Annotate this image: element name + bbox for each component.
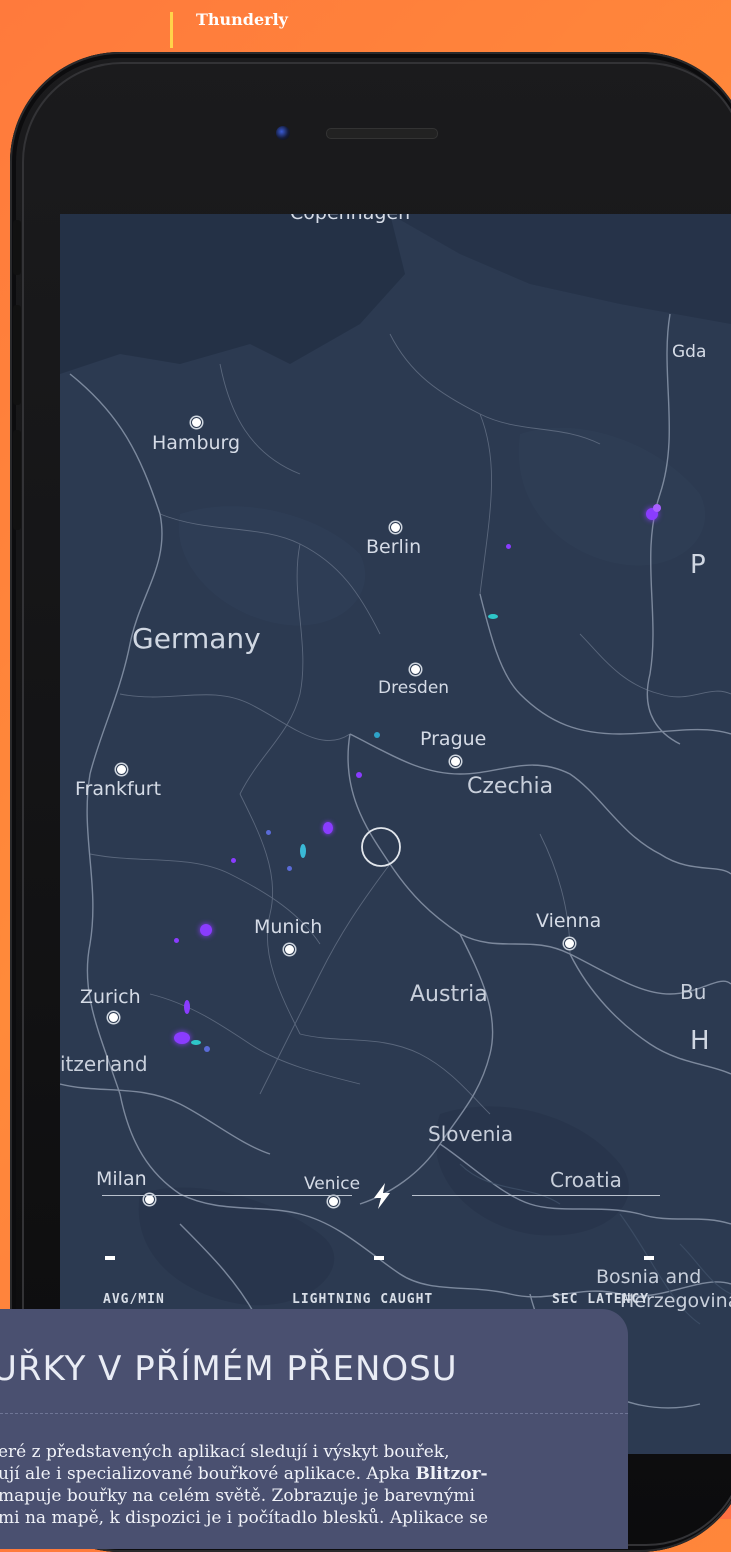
city-dot-dresden bbox=[410, 664, 421, 675]
mute-switch bbox=[13, 220, 21, 275]
earpiece-speaker bbox=[326, 128, 438, 139]
lightning-strike[interactable] bbox=[174, 1032, 190, 1044]
city-gdansk: Gda bbox=[672, 342, 707, 362]
avg-per-min-value bbox=[105, 1256, 115, 1260]
lightning-strike[interactable] bbox=[653, 504, 661, 512]
city-dresden: Dresden bbox=[378, 678, 450, 698]
article-line-text: ují ale i specializované bouřkové aplika… bbox=[0, 1464, 416, 1484]
country-czechia: Czechia bbox=[467, 774, 554, 799]
country-germany: Germany bbox=[132, 622, 261, 655]
lightning-strike[interactable] bbox=[231, 858, 236, 863]
city-venice: Venice bbox=[304, 1174, 361, 1194]
front-camera-icon bbox=[276, 126, 290, 140]
sec-latency-label: SEC LATENCY bbox=[552, 1292, 650, 1307]
country-switzerland: itzerland bbox=[60, 1052, 148, 1076]
lightning-caught-label: LIGHTNING CAUGHT bbox=[292, 1292, 434, 1307]
country-croatia: Croatia bbox=[550, 1168, 622, 1192]
lightning-caught-value bbox=[374, 1256, 384, 1260]
city-dot-prague bbox=[450, 756, 461, 767]
city-hamburg: Hamburg bbox=[152, 432, 241, 454]
country-austria: Austria bbox=[410, 982, 488, 1007]
article-card: UŘKY V PŘÍMÉM PŘENOSU eré z představenýc… bbox=[0, 1309, 628, 1549]
lightning-bolt-icon[interactable] bbox=[370, 1182, 394, 1210]
city-prague: Prague bbox=[420, 728, 487, 750]
city-munich: Munich bbox=[254, 916, 323, 938]
lightning-strike[interactable] bbox=[174, 938, 179, 943]
app-name-bold: Blitzor- bbox=[415, 1464, 488, 1484]
city-berlin: Berlin bbox=[366, 536, 422, 558]
city-frankfurt: Frankfurt bbox=[75, 778, 162, 800]
header-accent-bar bbox=[170, 12, 173, 48]
lightning-strike[interactable] bbox=[300, 844, 306, 858]
article-line: ují ale i specializované bouřkové aplika… bbox=[0, 1463, 618, 1485]
lightning-strike[interactable] bbox=[323, 822, 333, 834]
lightning-strike[interactable] bbox=[200, 924, 212, 936]
city-zurich: Zurich bbox=[80, 986, 141, 1008]
city-dot-vienna bbox=[564, 938, 575, 949]
article-divider bbox=[0, 1413, 628, 1414]
city-vienna: Vienna bbox=[536, 910, 602, 932]
city-budapest: Bu bbox=[680, 980, 707, 1004]
country-slovenia: Slovenia bbox=[428, 1122, 514, 1146]
lightning-strike[interactable] bbox=[488, 614, 498, 619]
volume-up-button bbox=[13, 305, 21, 405]
lightning-strike[interactable] bbox=[374, 732, 380, 738]
avg-per-min-label: AVG/MIN bbox=[103, 1292, 165, 1307]
city-dot-munich bbox=[284, 944, 295, 955]
stats-divider-left bbox=[102, 1195, 352, 1196]
lightning-strike[interactable] bbox=[191, 1040, 201, 1045]
article-line: mi na mapě, k dispozici je i počítadlo b… bbox=[0, 1508, 489, 1528]
volume-down-button bbox=[13, 430, 21, 530]
lightning-strike[interactable] bbox=[184, 1000, 190, 1014]
phone-screen: Copenhagen Hamburg Berlin Germany Dresde… bbox=[60, 214, 731, 1454]
lightning-strike[interactable] bbox=[506, 544, 511, 549]
city-dot-venice bbox=[328, 1196, 339, 1207]
country-hungary: H bbox=[690, 1026, 710, 1056]
article-body: eré z představených aplikací sledují i v… bbox=[0, 1441, 618, 1529]
city-milan: Milan bbox=[96, 1168, 147, 1190]
article-line: mapuje bouřky na celém světě. Zobrazuje … bbox=[0, 1486, 475, 1506]
lightning-strike[interactable] bbox=[287, 866, 292, 871]
city-dot-hamburg bbox=[191, 417, 202, 428]
lightning-strike[interactable] bbox=[356, 772, 362, 778]
lightning-strike[interactable] bbox=[204, 1046, 210, 1052]
article-line: eré z představených aplikací sledují i v… bbox=[0, 1442, 450, 1462]
city-dot-berlin bbox=[390, 522, 401, 533]
lightning-strike[interactable] bbox=[266, 830, 271, 835]
article-title: UŘKY V PŘÍMÉM PŘENOSU bbox=[0, 1349, 458, 1389]
app-name-label: Thunderly bbox=[196, 10, 288, 29]
city-dot-zurich bbox=[108, 1012, 119, 1023]
sec-latency-value bbox=[644, 1256, 654, 1260]
country-bosnia-line1: Bosnia and bbox=[596, 1266, 702, 1288]
stats-divider-right bbox=[412, 1195, 660, 1196]
city-dot-frankfurt bbox=[116, 764, 127, 775]
city-copenhagen: Copenhagen bbox=[290, 214, 410, 224]
country-poland: P bbox=[690, 550, 706, 580]
